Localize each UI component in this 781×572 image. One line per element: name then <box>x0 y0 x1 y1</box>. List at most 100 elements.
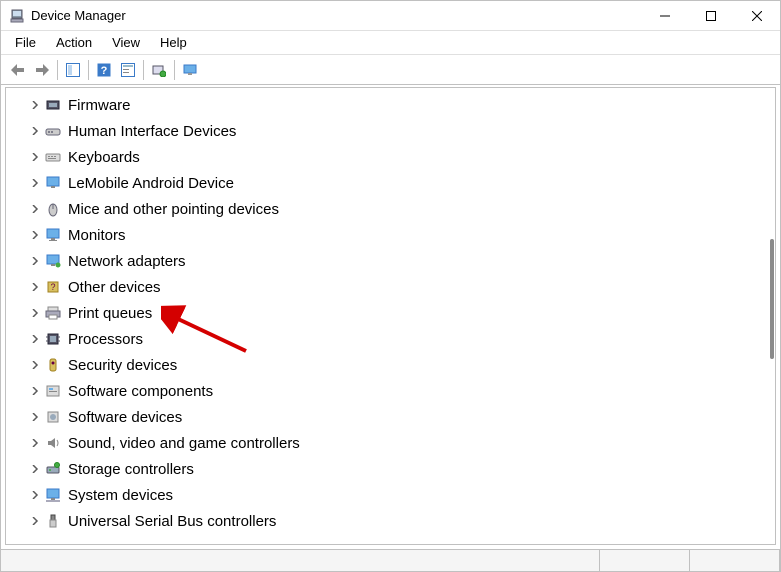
menu-action[interactable]: Action <box>46 33 102 52</box>
softcomp-icon <box>44 382 62 400</box>
chevron-right-icon[interactable] <box>28 150 42 164</box>
device-tree-panel: Firmware Human Interface Devices Keyboards… <box>5 87 776 545</box>
category-label: Security devices <box>68 357 177 374</box>
chevron-right-icon[interactable] <box>28 332 42 346</box>
category-security[interactable]: Security devices <box>6 352 775 378</box>
softdev-icon <box>44 408 62 426</box>
other-icon: ? <box>44 278 62 296</box>
maximize-button[interactable] <box>688 1 734 31</box>
system-icon <box>44 486 62 504</box>
back-button[interactable] <box>7 59 29 81</box>
category-label: Mice and other pointing devices <box>68 201 279 218</box>
category-printer[interactable]: Print queues <box>6 300 775 326</box>
category-android[interactable]: LeMobile Android Device <box>6 170 775 196</box>
category-keyboard[interactable]: Keyboards <box>6 144 775 170</box>
category-label: Software components <box>68 383 213 400</box>
category-other[interactable]: ? Other devices <box>6 274 775 300</box>
cpu-icon <box>44 330 62 348</box>
category-cpu[interactable]: Processors <box>6 326 775 352</box>
category-label: System devices <box>68 487 173 504</box>
category-label: Monitors <box>68 227 126 244</box>
status-pane-1 <box>600 550 690 571</box>
menubar: File Action View Help <box>1 31 780 55</box>
category-label: Human Interface Devices <box>68 123 236 140</box>
category-usb[interactable]: Universal Serial Bus controllers <box>6 508 775 534</box>
chevron-right-icon[interactable] <box>28 384 42 398</box>
scrollbar[interactable] <box>768 89 774 543</box>
category-firmware[interactable]: Firmware <box>6 92 775 118</box>
device-tree: Firmware Human Interface Devices Keyboards… <box>6 88 775 538</box>
chevron-right-icon[interactable] <box>28 436 42 450</box>
category-system[interactable]: System devices <box>6 482 775 508</box>
android-icon <box>44 174 62 192</box>
category-monitor[interactable]: Monitors <box>6 222 775 248</box>
close-button[interactable] <box>734 1 780 31</box>
category-sound[interactable]: Sound, video and game controllers <box>6 430 775 456</box>
help-button[interactable]: ? <box>93 59 115 81</box>
category-label: Other devices <box>68 279 161 296</box>
chevron-right-icon[interactable] <box>28 410 42 424</box>
status-pane-main <box>1 550 600 571</box>
category-label: Sound, video and game controllers <box>68 435 300 452</box>
show-hide-tree-button[interactable] <box>62 59 84 81</box>
category-label: Storage controllers <box>68 461 194 478</box>
svg-text:?: ? <box>50 282 55 292</box>
chevron-right-icon[interactable] <box>28 124 42 138</box>
chevron-right-icon[interactable] <box>28 488 42 502</box>
firmware-icon <box>44 96 62 114</box>
status-pane-2 <box>690 550 780 571</box>
category-label: Network adapters <box>68 253 186 270</box>
keyboard-icon <box>44 148 62 166</box>
usb-icon <box>44 512 62 530</box>
category-softcomp[interactable]: Software components <box>6 378 775 404</box>
category-label: Print queues <box>68 305 152 322</box>
printer-icon <box>44 304 62 322</box>
chevron-right-icon[interactable] <box>28 306 42 320</box>
category-label: LeMobile Android Device <box>68 175 234 192</box>
hid-icon <box>44 122 62 140</box>
category-label: Software devices <box>68 409 182 426</box>
chevron-right-icon[interactable] <box>28 358 42 372</box>
window-controls <box>642 1 780 31</box>
minimize-button[interactable] <box>642 1 688 31</box>
storage-icon <box>44 460 62 478</box>
forward-button[interactable] <box>31 59 53 81</box>
category-label: Firmware <box>68 97 131 114</box>
chevron-right-icon[interactable] <box>28 462 42 476</box>
category-network[interactable]: Network adapters <box>6 248 775 274</box>
monitor-icon <box>44 226 62 244</box>
sound-icon <box>44 434 62 452</box>
chevron-right-icon[interactable] <box>28 176 42 190</box>
chevron-right-icon[interactable] <box>28 202 42 216</box>
chevron-right-icon[interactable] <box>28 280 42 294</box>
scrollbar-thumb[interactable] <box>770 239 774 359</box>
show-all-devices-button[interactable] <box>179 59 201 81</box>
category-softdev[interactable]: Software devices <box>6 404 775 430</box>
category-mouse[interactable]: Mice and other pointing devices <box>6 196 775 222</box>
category-storage[interactable]: Storage controllers <box>6 456 775 482</box>
toolbar-divider <box>143 60 144 80</box>
security-icon <box>44 356 62 374</box>
chevron-right-icon[interactable] <box>28 228 42 242</box>
statusbar <box>1 549 780 571</box>
category-label: Keyboards <box>68 149 140 166</box>
chevron-right-icon[interactable] <box>28 514 42 528</box>
toolbar: ? <box>1 55 780 85</box>
category-hid[interactable]: Human Interface Devices <box>6 118 775 144</box>
properties-button[interactable] <box>117 59 139 81</box>
mouse-icon <box>44 200 62 218</box>
menu-file[interactable]: File <box>5 33 46 52</box>
svg-text:?: ? <box>101 65 108 77</box>
scan-hardware-button[interactable] <box>148 59 170 81</box>
toolbar-divider <box>174 60 175 80</box>
window-title: Device Manager <box>31 8 642 23</box>
menu-view[interactable]: View <box>102 33 150 52</box>
titlebar: Device Manager <box>1 1 780 31</box>
network-icon <box>44 252 62 270</box>
chevron-right-icon[interactable] <box>28 254 42 268</box>
menu-help[interactable]: Help <box>150 33 197 52</box>
category-label: Universal Serial Bus controllers <box>68 513 276 530</box>
app-icon <box>9 8 25 24</box>
chevron-right-icon[interactable] <box>28 98 42 112</box>
category-label: Processors <box>68 331 143 348</box>
